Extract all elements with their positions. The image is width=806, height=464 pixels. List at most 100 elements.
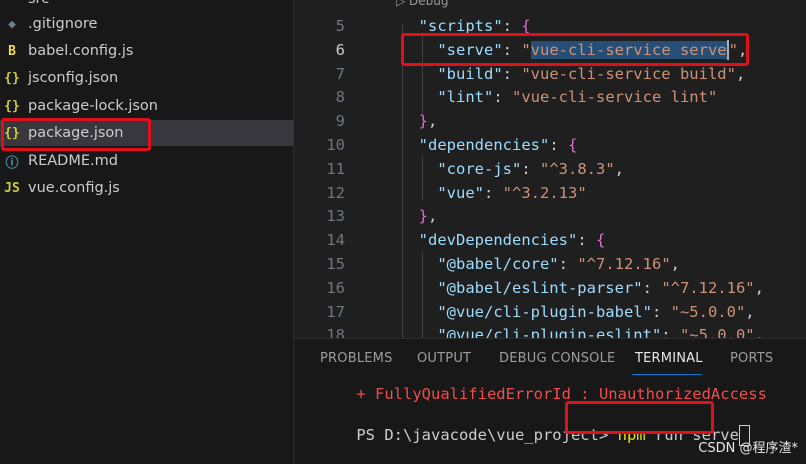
debug-codelens[interactable]: ▷ Debug <box>396 0 449 8</box>
line-code: "@vue/cli-plugin-eslint": "~5.0.0", <box>400 323 764 338</box>
line-code: }, <box>400 109 438 133</box>
watermark: CSDN @程序渣* <box>698 441 798 456</box>
line-code: "vue": "^3.2.13" <box>400 181 587 205</box>
line-number: 14 <box>326 231 345 250</box>
file-name: README.md <box>28 153 118 169</box>
token-rest: : <box>484 183 503 202</box>
line-number: 17 <box>326 302 345 321</box>
code-line[interactable]: 12 "vue": "^3.2.13" <box>295 181 806 205</box>
token-rest: : <box>521 159 540 178</box>
line-number: 7 <box>335 64 345 83</box>
token-rest: : <box>549 136 568 154</box>
token-key: "@vue/cli-plugin-babel" <box>437 302 652 321</box>
token-value: "~5.0.0" <box>679 326 755 338</box>
code-line[interactable]: 18 "@vue/cli-plugin-eslint": "~5.0.0", <box>295 323 806 338</box>
line-number: 15 <box>326 255 345 273</box>
file-name: .gitignore <box>28 16 98 32</box>
token-key: "@vue/cli-plugin-eslint" <box>437 326 662 338</box>
file-item[interactable]: {} package-lock.json <box>0 93 294 119</box>
serve-script-highlight-box <box>401 33 749 66</box>
code-line[interactable]: 9 }, <box>295 109 806 133</box>
code-line[interactable]: 15 "@babel/core": "^7.12.16", <box>295 252 806 276</box>
file-item[interactable]: Bbabel.config.js <box>0 38 294 64</box>
line-number: 9 <box>335 112 345 131</box>
tab-problems[interactable]: PROBLEMS <box>320 351 393 366</box>
code-line[interactable]: 16 "@babel/eslint-parser": "^7.12.16", <box>295 276 806 300</box>
file-name: vue.config.js <box>28 180 120 196</box>
token-close: , <box>735 64 746 83</box>
active-tab-indicator <box>632 374 702 375</box>
file-name: package-lock.json <box>28 98 158 114</box>
line-number: 13 <box>326 207 345 226</box>
token-rest: : <box>558 255 578 273</box>
file-item[interactable]: ◆ .gitignore <box>0 11 294 37</box>
tab-terminal[interactable]: TERMINAL <box>635 351 703 366</box>
tab-ports[interactable]: PORTS <box>730 351 773 366</box>
token-close: , <box>670 255 680 273</box>
token-value: "~5.0.0" <box>670 302 746 321</box>
token-close: , <box>428 207 438 226</box>
line-code: }, <box>400 204 438 228</box>
gitignore-icon: ◆ <box>8 16 16 32</box>
file-highlight-box <box>1 118 151 151</box>
file-item[interactable]: JS vue.config.js <box>0 175 294 201</box>
token-close: , <box>754 326 764 338</box>
token-key: "@babel/eslint-parser" <box>437 278 643 297</box>
token-close: , <box>745 302 755 321</box>
line-number: 6 <box>335 40 345 59</box>
file-item[interactable]: {} jsconfig.json <box>0 65 294 91</box>
line-number: 11 <box>326 159 345 178</box>
file-item[interactable]: ⓘ README.md <box>0 148 294 174</box>
tab-debug-console[interactable]: DEBUG CONSOLE <box>499 351 615 366</box>
token-rest: : <box>502 64 522 83</box>
token-key: "vue" <box>437 183 484 202</box>
line-code: "devDependencies": { <box>400 228 606 252</box>
info-icon: ⓘ <box>5 155 19 171</box>
token-open: } <box>418 207 429 226</box>
line-code: "@vue/cli-plugin-babel": "~5.0.0", <box>400 300 755 324</box>
explorer-sidebar: src ◆ .gitignore Bbabel.config.js {} jsconfig… <box>0 0 294 464</box>
code-line[interactable]: 8 "lint": "vue-cli-service lint" <box>295 85 806 109</box>
line-number: 8 <box>335 88 345 107</box>
line-number: 12 <box>326 183 345 202</box>
line-code: "dependencies": { <box>400 133 578 157</box>
line-number: 16 <box>326 278 345 297</box>
line-number: 10 <box>326 136 345 154</box>
token-close: , <box>428 112 438 131</box>
token-value: "vue-cli-service lint" <box>512 88 718 107</box>
code-line[interactable]: 13 }, <box>295 204 806 228</box>
token-close: , <box>754 278 764 297</box>
code-line[interactable]: 10 "dependencies": { <box>295 133 806 157</box>
code-line[interactable]: 11 "core-js": "^3.8.3", <box>295 157 806 181</box>
tab-output[interactable]: OUTPUT <box>417 351 471 366</box>
token-open: { <box>568 136 578 154</box>
token-rest: : <box>642 278 662 297</box>
line-code: "@babel/core": "^7.12.16", <box>400 252 680 276</box>
file-name: src <box>28 0 49 7</box>
token-open: { <box>595 231 606 250</box>
token-value: "^3.8.3" <box>540 159 615 178</box>
token-value: "^3.2.13" <box>502 183 587 202</box>
code-line[interactable]: 14 "devDependencies": { <box>295 228 806 252</box>
token-value: "^7.12.16" <box>577 255 671 273</box>
line-number: 18 <box>326 326 345 338</box>
token-key: "lint" <box>437 88 494 107</box>
token-value: "^7.12.16" <box>661 278 755 297</box>
token-close: , <box>614 159 624 178</box>
file-name: jsconfig.json <box>28 70 119 86</box>
token-open: } <box>418 112 429 131</box>
line-code: "core-js": "^3.8.3", <box>400 157 624 181</box>
line-code: "lint": "vue-cli-service lint" <box>400 85 717 109</box>
code-editor[interactable]: ▷ Debug 5 "scripts": {6 "serve": "vue-cl… <box>295 0 806 338</box>
json-icon: {} <box>4 98 20 114</box>
code-line[interactable]: 17 "@vue/cli-plugin-babel": "~5.0.0", <box>295 300 806 324</box>
